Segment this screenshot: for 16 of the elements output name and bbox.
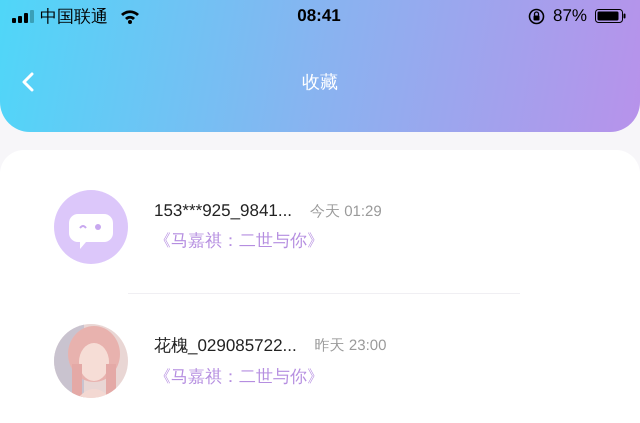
timestamp: 今天 01:29 xyxy=(310,202,382,220)
book-title[interactable]: 《马嘉祺：二世与你》 xyxy=(154,364,386,388)
user-name: 花槐_029085722... xyxy=(154,334,297,356)
book-title[interactable]: 《马嘉祺：二世与你》 xyxy=(154,229,382,252)
user-name: 153***925_9841... xyxy=(154,201,292,221)
clock-time: 08:41 xyxy=(297,6,341,26)
rotation-lock-icon xyxy=(528,8,545,24)
wifi-icon xyxy=(120,8,140,24)
page-title: 收藏 xyxy=(302,71,338,94)
timestamp: 昨天 23:00 xyxy=(314,336,386,354)
carrier-name: 中国联通 xyxy=(40,6,108,28)
battery-percent: 87% xyxy=(552,6,588,26)
back-icon xyxy=(22,72,34,92)
chat-bubble-avatar-icon xyxy=(54,190,128,264)
signal-icon xyxy=(12,10,34,22)
battery-icon xyxy=(595,9,626,23)
